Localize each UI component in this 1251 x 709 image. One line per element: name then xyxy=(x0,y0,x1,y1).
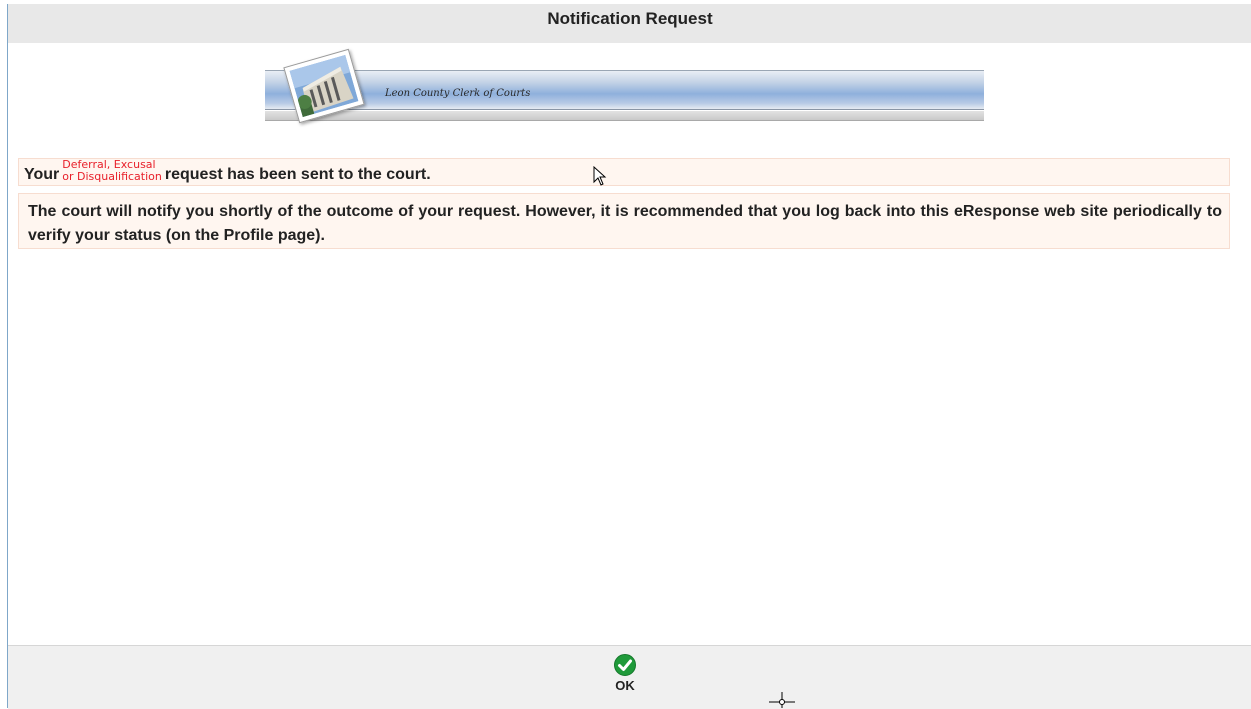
banner-title: Leon County Clerk of Courts xyxy=(385,88,531,99)
banner-underline xyxy=(265,111,984,121)
banner-strip xyxy=(265,70,984,110)
page-title: Notification Request xyxy=(8,4,1251,43)
footer-bar: OK xyxy=(8,645,1251,709)
clerk-banner: Leon County Clerk of Courts xyxy=(265,48,984,124)
message-prefix: Your xyxy=(24,166,60,183)
ok-button[interactable]: OK xyxy=(603,654,647,698)
outcome-notice-text: The court will notify you shortly of the… xyxy=(28,203,1222,244)
app-window: Notification Request Leon County Clerk o… xyxy=(7,4,1251,709)
ok-label: OK xyxy=(615,678,635,693)
mouse-pointer-icon xyxy=(593,166,607,186)
crosshair-cursor-icon xyxy=(769,692,795,708)
request-type-line2: or Disqualification xyxy=(62,170,162,183)
check-circle-icon xyxy=(614,654,636,676)
request-sent-message: Your Deferral, Excusal or Disqualificati… xyxy=(18,158,1230,186)
outcome-notice: The court will notify you shortly of the… xyxy=(18,193,1230,249)
message-suffix: request has been sent to the court. xyxy=(164,166,431,183)
request-type-label: Deferral, Excusal or Disqualification xyxy=(62,159,162,183)
